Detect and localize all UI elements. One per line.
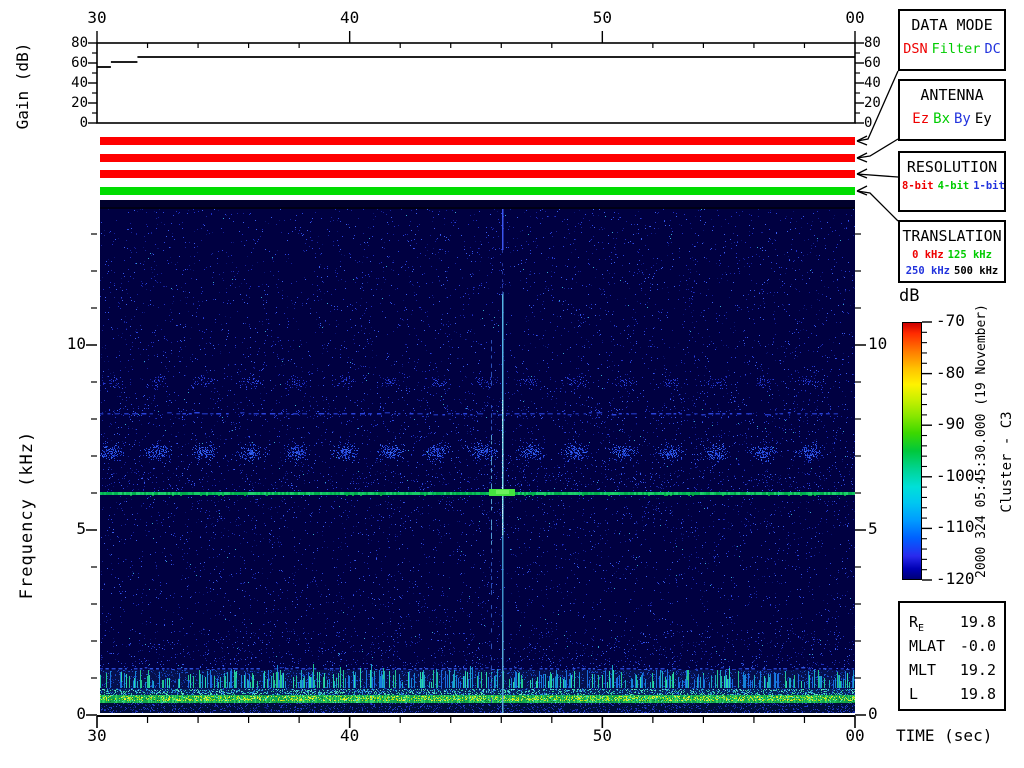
gain-tick-label-right: 60 xyxy=(864,55,881,71)
gain-plot-frame xyxy=(96,42,856,124)
arrow-resolution-icon-head xyxy=(856,173,868,179)
panel-data-mode-rows: DSN Filter DC xyxy=(900,41,1004,57)
top-time-tick-label: 00 xyxy=(845,8,865,27)
time-tick-label: 00 xyxy=(845,726,865,745)
arrow-data-mode-icon-head xyxy=(856,140,868,146)
panel-item-125-khz: 125 kHz xyxy=(947,249,992,261)
freq-tick-label-left: 5 xyxy=(76,519,86,538)
ephemeris-box: RE 19.8 MLAT -0.0 MLT 19.2 L 19.8 xyxy=(898,601,1006,711)
gain-tick-label-right: 20 xyxy=(864,95,881,111)
gain-tick-label-right: 40 xyxy=(864,75,881,91)
panel-resolution-title: RESOLUTION xyxy=(906,158,998,176)
info-row-re: RE 19.8 xyxy=(909,613,996,634)
spectrogram-canvas xyxy=(100,200,855,713)
info-label-l: L xyxy=(909,685,919,703)
top-time-tick-label: 30 xyxy=(87,8,107,27)
top-time-tick-label: 50 xyxy=(592,8,612,27)
panel-data-mode: DATA MODE DSN Filter DC xyxy=(898,9,1006,71)
panel-row: DSN Filter DC xyxy=(900,41,1004,57)
panel-item-4-bit: 4-bit xyxy=(937,180,970,192)
panel-item-1-bit: 1-bit xyxy=(973,180,1005,192)
arrow-translation-icon-head xyxy=(856,185,868,192)
arrow-antenna-icon xyxy=(856,138,899,159)
time-tick-label: 50 xyxy=(592,726,612,745)
freq-tick-label-right: 10 xyxy=(868,334,888,353)
panel-item-8-bit: 8-bit xyxy=(902,180,934,192)
panel-antenna-rows: Ez Bx By Ey xyxy=(900,111,1004,127)
info-value-l: 19.8 xyxy=(959,685,996,703)
info-row-mlat: MLAT -0.0 xyxy=(909,637,996,657)
gain-tick-label-left: 40 xyxy=(71,75,88,91)
gain-axis-label: Gain (dB) xyxy=(13,42,32,130)
colorbar-tick-label: -90 xyxy=(936,414,965,434)
colorbar-tick-label: -70 xyxy=(936,311,965,330)
info-value-mlt: 19.2 xyxy=(959,661,996,679)
freq-tick-label-left: 0 xyxy=(76,704,86,723)
panel-item-bx: Bx xyxy=(933,111,950,127)
arrow-resolution-icon-head xyxy=(856,168,868,175)
panel-item-ey: Ey xyxy=(974,111,992,127)
panel-translation-title: TRANSLATION xyxy=(902,227,1002,245)
info-row-l: L 19.8 xyxy=(909,685,996,705)
arrow-antenna-icon-head xyxy=(856,157,868,163)
gain-tick-label-left: 60 xyxy=(71,55,88,71)
gain-tick-label-right: 0 xyxy=(864,115,873,131)
colorbar-tick-label: -120 xyxy=(936,569,975,588)
panel-item-filter: Filter xyxy=(931,41,981,57)
colorbar-tick-label: -100 xyxy=(936,465,975,485)
info-row-mlt: MLT 19.2 xyxy=(909,661,996,681)
panel-data-mode-title: DATA MODE xyxy=(911,16,993,34)
panel-row: 250 kHz 500 kHz xyxy=(900,265,1004,277)
panel-item-0-khz: 0 kHz xyxy=(912,249,944,261)
colorbar-tick-label: -80 xyxy=(936,362,965,382)
arrow-data-mode-icon-head xyxy=(856,135,868,142)
timestamp-text: 2000 324 05:45:30.000 (19 November) xyxy=(974,304,989,578)
colorbar-tick-label: -110 xyxy=(936,517,975,537)
spacecraft-text: Cluster - C3 xyxy=(999,411,1015,513)
gain-tick-label-left: 0 xyxy=(79,115,88,131)
panel-resolution-rows: 8-bit 4-bit 1-bit xyxy=(900,180,1005,192)
wbd-spectrogram-display: Gain (dB) Frequency (kHz) DATA MODE DSN F… xyxy=(0,0,1024,768)
time-axis-label: TIME (sec) xyxy=(896,726,993,745)
colorbar-title: dB xyxy=(899,286,920,306)
status-bar-resolution-bar xyxy=(100,170,855,178)
panel-item-250-khz: 250 kHz xyxy=(905,265,950,277)
info-label-mlt: MLT xyxy=(909,661,937,679)
status-bar-data-mode-bar xyxy=(100,137,855,145)
top-time-tick-label: 40 xyxy=(340,8,360,27)
panel-item-dc: DC xyxy=(984,41,1001,57)
arrow-translation-icon xyxy=(856,190,899,222)
arrow-translation-icon-head xyxy=(856,190,868,196)
panel-translation: TRANSLATION 0 kHz 125 kHz 250 kHz 500 kHz xyxy=(898,220,1006,283)
gain-tick-label-left: 80 xyxy=(71,35,88,51)
time-tick-label: 30 xyxy=(87,726,107,745)
gain-tick-label-left: 20 xyxy=(71,95,88,111)
panel-item-500-khz: 500 kHz xyxy=(954,265,999,277)
panel-antenna-title: ANTENNA xyxy=(920,86,984,104)
info-value-mlat: -0.0 xyxy=(959,637,996,655)
panel-item-dsn: DSN xyxy=(903,41,928,57)
panel-row: Ez Bx By Ey xyxy=(900,111,1004,127)
status-bar-translation-bar xyxy=(100,187,855,195)
info-value-re: 19.8 xyxy=(959,613,996,631)
panel-item-ez: Ez xyxy=(912,111,930,127)
panel-resolution: RESOLUTION 8-bit 4-bit 1-bit xyxy=(898,151,1006,212)
panel-row: 8-bit 4-bit 1-bit xyxy=(900,180,1005,192)
colorbar-gradient xyxy=(902,322,922,580)
panel-antenna: ANTENNA Ez Bx By Ey xyxy=(898,79,1006,141)
freq-tick-label-right: 5 xyxy=(868,519,878,538)
frequency-axis-label: Frequency (kHz) xyxy=(17,430,37,600)
panel-row: 0 kHz 125 kHz xyxy=(900,249,1004,261)
info-label-re: RE xyxy=(909,613,925,634)
arrow-resolution-icon xyxy=(856,173,899,178)
arrow-antenna-icon-head xyxy=(856,152,868,159)
freq-tick-label-left: 10 xyxy=(66,334,86,353)
time-tick-label: 40 xyxy=(340,726,360,745)
panel-translation-rows: 0 kHz 125 kHz 250 kHz 500 kHz xyxy=(900,249,1004,277)
info-label-mlat: MLAT xyxy=(909,637,946,655)
gain-tick-label-right: 80 xyxy=(864,35,881,51)
panel-item-by: By xyxy=(954,111,971,127)
status-bar-antenna-bar xyxy=(100,154,855,162)
freq-tick-label-right: 0 xyxy=(868,704,878,723)
